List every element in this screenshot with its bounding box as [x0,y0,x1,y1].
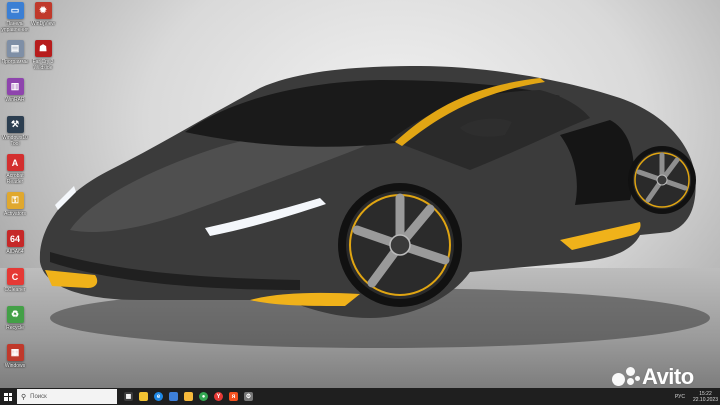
desktop-icon-aida64[interactable]: 64 AIDA64 [2,230,28,268]
yandex-browser-icon: я [229,392,238,401]
desktop-icon-winrar[interactable]: ▥ WinRAR [2,78,28,116]
desktop-icon-label: WinRAR [5,97,25,103]
edge-icon: e [154,392,163,401]
settings-icon: ⚙ [244,392,253,401]
desktop-icon-windjview[interactable]: ✹ WinDjView [30,2,56,40]
desktop-icon-windows-app[interactable]: ▦ Windows [2,344,28,382]
desktop-icons-column-2: ✹ WinDjView ☗ Far Cry 3 Wildside [30,2,64,78]
desktop-icon-windows10-tool[interactable]: ⚒ Windows10 Tool [2,116,28,154]
taskbar-yandex-browser[interactable]: я [226,388,241,405]
desktop-icon-activators[interactable]: ⚿ Activators [2,192,28,230]
desktop-icon-label: Far Cry 3 Wildside [32,59,54,71]
task-view-icon: ▦ [124,392,133,401]
desktop-icon-programs[interactable]: ▤ Программы [1,40,29,78]
taskbar-store[interactable] [166,388,181,405]
toolbox-icon: ⚒ [6,116,24,133]
winrar-icon: ▥ [6,78,24,95]
taskbar-chrome[interactable]: ● [196,388,211,405]
desktop-icon-label: Recycle [6,325,24,331]
aida64-icon: 64 [6,230,24,247]
desktop-icon-label: Windows [4,363,26,369]
monitor-icon: ▭ [6,2,24,19]
search-icon: ⚲ [21,393,27,401]
desktop-icon-label: Программы [1,59,29,65]
avito-watermark-text: Avito [642,364,694,389]
taskbar-files[interactable] [181,388,196,405]
programs-icon: ▤ [6,40,24,57]
taskbar-settings[interactable]: ⚙ [241,388,256,405]
windows-logo-icon [4,392,12,401]
desktop-icon-recycle[interactable]: ♻ Recycle [2,306,28,344]
desktop-icon-label: Activators [4,211,26,217]
flame-icon: ✹ [34,2,52,19]
wallpaper-car [39,66,710,348]
search-placeholder: Поиск [30,393,47,400]
chrome-icon: ● [199,392,208,401]
recycle-icon: ♻ [6,306,24,323]
pdf-icon: A [6,154,24,171]
key-icon: ⚿ [6,192,24,209]
desktop-icon-far-cry[interactable]: ☗ Far Cry 3 Wildside [30,40,56,78]
taskbar: ⚲ Поиск ▦ e ● Y я ⚙ РУС 15:22 22.10.2023 [0,388,720,405]
explorer-icon [139,392,148,401]
desktop: ▭ Панель управления ▤ Программы ▥ WinRAR… [0,0,720,388]
start-button[interactable] [0,388,16,405]
language-indicator[interactable]: РУС [675,394,685,400]
desktop-icon-acrobat[interactable]: A Acrobat Reader [2,154,28,192]
taskbar-task-view[interactable]: ▦ [121,388,136,405]
desktop-icon-label: Acrobat Reader [6,173,24,185]
desktop-icon-ccleaner[interactable]: C CCleaner [2,268,28,306]
store-icon [169,392,178,401]
files-icon [184,392,193,401]
avito-logo-icon [612,365,640,389]
desktop-icon-control-panel[interactable]: ▭ Панель управления [1,2,29,40]
taskbar-pinned-apps: ▦ e ● Y я ⚙ [121,388,256,405]
system-tray: РУС 15:22 22.10.2023 [675,388,718,405]
desktop-icon-label: Панель управления [1,21,29,33]
taskbar-search-box[interactable]: ⚲ Поиск [17,389,117,404]
ccleaner-icon: C [6,268,24,285]
desktop-icon-label: Windows10 Tool [2,135,28,147]
windows-app-icon: ▦ [6,344,24,361]
yandex-icon: Y [214,392,223,401]
game-icon: ☗ [34,40,52,57]
avito-watermark: Avito [612,364,694,390]
taskbar-edge[interactable]: e [151,388,166,405]
desktop-icon-label: AIDA64 [6,249,24,255]
taskbar-clock[interactable]: 15:22 22.10.2023 [693,391,718,403]
taskbar-explorer[interactable] [136,388,151,405]
clock-date: 22.10.2023 [692,396,718,403]
taskbar-yandex[interactable]: Y [211,388,226,405]
desktop-icon-label: WinDjView [30,21,56,27]
desktop-icon-label: CCleaner [4,287,26,293]
